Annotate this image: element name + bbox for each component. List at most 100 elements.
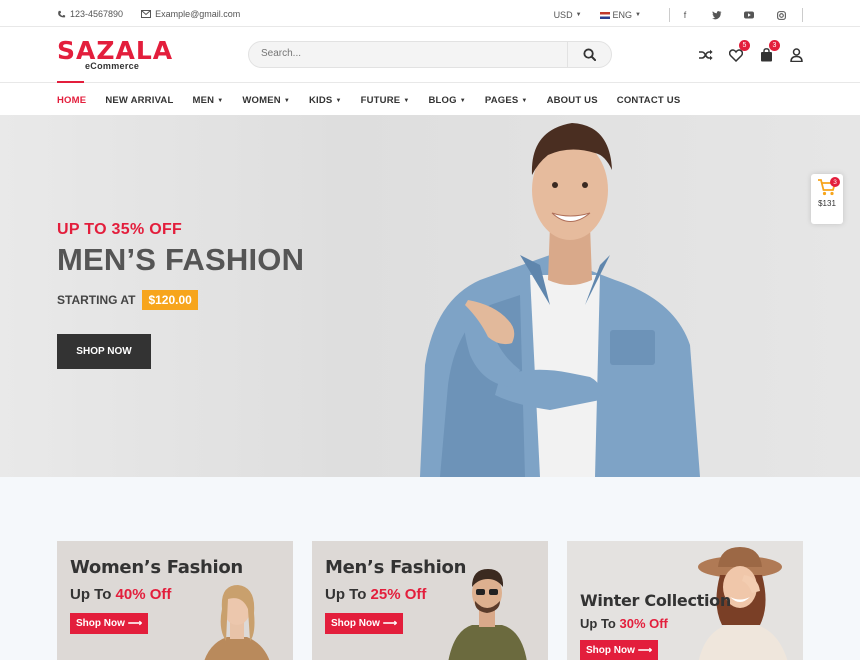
shop-now-button[interactable]: SHOP NOW — [57, 334, 151, 369]
hero-title: MEN’S FASHION — [57, 242, 305, 277]
banner-shop-now-button[interactable]: Shop Now ⟶ — [70, 613, 149, 634]
floating-cart[interactable]: 3 $131 — [811, 174, 843, 224]
nav-label: PAGES — [484, 95, 519, 106]
banner-percent: 25% Off — [370, 586, 427, 603]
button-label: Shop Now — [586, 645, 635, 656]
nav-label: MEN — [192, 95, 215, 106]
divider — [669, 8, 670, 22]
arrow-right-icon: ⟶ — [382, 618, 398, 629]
banner-upto: Up To — [580, 616, 616, 631]
hero-slider: UP TO 35% OFF MEN’S FASHION STARTING AT … — [0, 115, 860, 477]
divider — [802, 8, 803, 22]
price-badge: $120.00 — [142, 290, 198, 310]
email-address: Example@gmail.com — [155, 9, 241, 19]
banner-title: Women’s Fashion — [70, 557, 243, 578]
currency-label: USD — [553, 10, 573, 20]
banner-womens-fashion[interactable]: Women’s Fashion Up To 40% Off Shop Now ⟶ — [57, 541, 293, 660]
cart-button[interactable]: 3 — [758, 40, 780, 63]
hero-offer: UP TO 35% OFF — [57, 221, 183, 238]
phone-contact[interactable]: 123-4567890 — [57, 9, 123, 19]
banner-percent: 30% Off — [619, 616, 668, 631]
nav-label: BLOG — [428, 95, 457, 106]
nav-item-home[interactable]: HOME — [57, 95, 86, 106]
banner-shop-now-button[interactable]: Shop Now ⟶ — [580, 640, 659, 660]
compare-button[interactable] — [698, 47, 714, 63]
floating-cart-total: $131 — [818, 199, 836, 208]
email-contact[interactable]: Example@gmail.com — [141, 9, 240, 19]
nav-item-blog[interactable]: BLOG ▼ — [428, 95, 465, 106]
banner-discount: Up To 40% Off — [70, 586, 171, 603]
nav-label: FUTURE — [360, 95, 401, 106]
caret-down-icon: ▼ — [521, 97, 528, 104]
nav-item-women[interactable]: WOMEN ▼ — [242, 95, 290, 106]
user-icon — [789, 48, 803, 62]
caret-down-icon: ▼ — [335, 97, 342, 104]
currency-select[interactable]: USD ▼ — [554, 10, 582, 20]
button-label: Shop Now — [76, 618, 125, 629]
nav-item-men[interactable]: MEN ▼ — [192, 95, 223, 106]
nav-item-contact-us[interactable]: CONTACT US — [617, 95, 681, 106]
facebook-icon[interactable]: f — [680, 10, 690, 20]
starting-label: STARTING AT — [57, 293, 136, 307]
hero-model-image — [420, 123, 700, 477]
instagram-icon[interactable] — [776, 10, 786, 20]
search-button[interactable] — [567, 41, 611, 68]
phone-number: 123-4567890 — [70, 9, 124, 19]
youtube-icon[interactable] — [744, 10, 754, 20]
banner-discount: Up To 25% Off — [325, 586, 426, 603]
banner-upto: Up To — [325, 586, 367, 603]
nav-label: WOMEN — [242, 95, 281, 106]
banner-mens-fashion[interactable]: Men’s Fashion Up To 25% Off Shop Now ⟶ — [312, 541, 548, 660]
wishlist-button[interactable]: 5 — [728, 40, 750, 63]
arrow-right-icon: ⟶ — [127, 618, 143, 629]
account-button[interactable] — [788, 47, 804, 63]
search-bar — [248, 41, 612, 68]
banner-title: Men’s Fashion — [325, 557, 467, 578]
wishlist-count-badge: 5 — [739, 40, 750, 51]
header-divider — [0, 82, 860, 83]
nav-label: KIDS — [308, 95, 333, 106]
search-input[interactable] — [261, 48, 551, 59]
search-icon — [583, 48, 596, 61]
logo-tagline: eCommerce — [85, 61, 140, 71]
envelope-icon — [141, 10, 152, 18]
promo-section: Women’s Fashion Up To 40% Off Shop Now ⟶ … — [0, 477, 860, 660]
banner-percent: 40% Off — [115, 586, 172, 603]
main-nav: HOME NEW ARRIVAL MEN ▼ WOMEN ▼ KIDS ▼ FUTUR… — [57, 95, 699, 106]
logo[interactable]: SAZALA eCommerce — [57, 38, 173, 72]
nav-item-about-us[interactable]: ABOUT US — [547, 95, 598, 106]
banner-title: Winter Collection — [580, 591, 731, 610]
caret-down-icon: ▼ — [283, 97, 290, 104]
floating-cart-count: 3 — [830, 177, 840, 187]
shuffle-icon — [699, 49, 713, 61]
top-bar: 123-4567890 Example@gmail.com USD ▼ ENG … — [0, 0, 860, 27]
active-indicator — [57, 81, 84, 83]
caret-down-icon: ▼ — [403, 97, 410, 104]
caret-down-icon: ▼ — [459, 97, 466, 104]
hero-starting: STARTING AT $120.00 — [57, 290, 198, 310]
site-header: SAZALA eCommerce 5 3 — [0, 27, 860, 83]
heart-icon — [729, 48, 743, 62]
language-select[interactable]: ENG ▼ — [599, 10, 641, 20]
caret-down-icon: ▼ — [217, 97, 224, 104]
banner-upto: Up To — [70, 586, 112, 603]
banner-shop-now-button[interactable]: Shop Now ⟶ — [325, 613, 404, 634]
banner-discount: Up To 30% Off — [580, 616, 668, 631]
twitter-icon[interactable] — [712, 10, 722, 20]
banner-winter-collection[interactable]: Winter Collection Up To 30% Off Shop Now… — [567, 541, 803, 660]
banner-model-image — [204, 585, 270, 660]
nav-label: HOME — [57, 95, 87, 106]
flag-icon — [599, 11, 610, 19]
language-label: ENG — [612, 10, 633, 20]
nav-item-pages[interactable]: PAGES ▼ — [485, 95, 528, 106]
nav-item-future[interactable]: FUTURE ▼ — [361, 95, 410, 106]
caret-down-icon: ▼ — [635, 12, 641, 18]
phone-icon — [58, 10, 66, 17]
nav-label: NEW ARRIVAL — [105, 95, 174, 106]
nav-label: CONTACT US — [616, 95, 681, 106]
caret-down-icon: ▼ — [575, 12, 582, 18]
nav-item-new-arrival[interactable]: NEW ARRIVAL — [105, 95, 173, 106]
button-label: Shop Now — [331, 618, 380, 629]
nav-item-kids[interactable]: KIDS ▼ — [309, 95, 342, 106]
nav-label: ABOUT US — [546, 95, 598, 106]
